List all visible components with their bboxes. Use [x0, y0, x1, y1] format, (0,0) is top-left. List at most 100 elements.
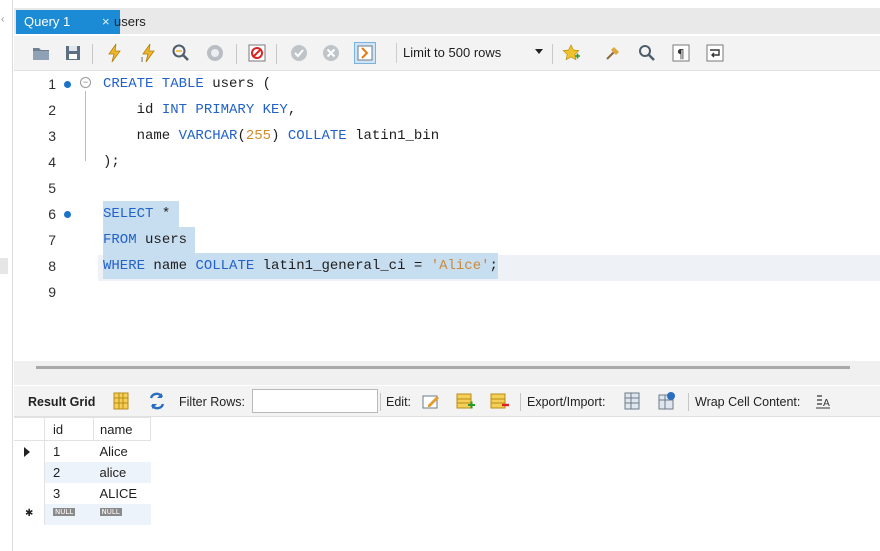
panel-splitter[interactable]	[14, 361, 880, 385]
tab-users[interactable]: users	[114, 14, 146, 29]
table-row[interactable]: 2 alice	[14, 462, 151, 483]
bookmark-star-icon[interactable]	[560, 42, 582, 64]
code-token: (	[237, 128, 246, 144]
cell-id[interactable]: 3	[45, 483, 94, 504]
beautify-icon[interactable]	[602, 42, 624, 64]
code-text: name VARCHAR(255) COLLATE latin1_bin	[103, 123, 440, 149]
code-line[interactable]: 7 FROM users	[14, 227, 880, 253]
grid-view-icon[interactable]	[110, 390, 132, 412]
column-header-id[interactable]: id	[44, 417, 94, 441]
code-token: SELECT	[103, 206, 162, 222]
find-icon[interactable]	[636, 42, 658, 64]
export-icon[interactable]	[622, 390, 644, 412]
save-icon[interactable]	[62, 42, 84, 64]
toolbar-separator	[688, 393, 689, 411]
close-tab-icon[interactable]: ×	[102, 14, 110, 29]
statement-marker-icon[interactable]	[64, 211, 71, 218]
execute-current-icon[interactable]: I	[138, 42, 160, 64]
sql-editor[interactable]: 1− CREATE TABLE users (2 id INT PRIMARY K…	[14, 71, 880, 361]
toolbar-separator	[236, 44, 237, 64]
code-token: users (	[212, 76, 272, 92]
svg-text:¶: ¶	[677, 47, 685, 61]
code-token: COLLATE	[195, 258, 263, 274]
import-icon[interactable]	[656, 390, 678, 412]
wrap-cell-content-label: Wrap Cell Content:	[695, 395, 801, 409]
code-token: );	[103, 154, 120, 170]
splitter-bar	[36, 366, 850, 369]
explain-icon[interactable]	[170, 42, 192, 64]
code-text: id INT PRIMARY KEY,	[103, 97, 297, 123]
row-header[interactable]: ✱	[14, 504, 45, 525]
collapse-chevron-icon[interactable]: ‹	[1, 14, 4, 25]
cell-id[interactable]: 2	[45, 462, 94, 483]
null-badge: NULL	[99, 508, 122, 516]
line-number: 9	[48, 284, 56, 300]
limit-rows-value: Limit to 500 rows	[403, 45, 502, 60]
table-row-new[interactable]: ✱ NULL NULL	[14, 504, 151, 525]
code-line[interactable]: 4);	[14, 149, 880, 175]
fold-toggle-icon[interactable]: −	[80, 77, 91, 88]
code-token: FROM	[103, 232, 146, 248]
export-import-label: Export/Import:	[527, 395, 606, 409]
code-token: *	[161, 206, 179, 222]
sql-editor-toolbar: I Limit to 500 rows ¶	[14, 36, 880, 71]
add-row-icon[interactable]	[454, 390, 476, 412]
left-panel-edge: ‹	[0, 0, 13, 551]
wrap-cell-icon[interactable]: A	[812, 390, 834, 412]
code-token: name	[103, 128, 179, 144]
cell-name[interactable]: Alice	[94, 441, 151, 463]
limit-rows-select[interactable]: Limit to 500 rows	[396, 43, 547, 63]
code-line[interactable]: 6 SELECT *	[14, 201, 880, 227]
filter-rows-label: Filter Rows:	[179, 395, 245, 409]
table-row[interactable]: 3 ALICE	[14, 483, 151, 504]
toolbar-separator	[276, 44, 277, 64]
refresh-icon[interactable]	[146, 390, 168, 412]
statement-marker-icon[interactable]	[64, 81, 71, 88]
code-token: name	[153, 258, 196, 274]
cell-id-null[interactable]: NULL	[45, 504, 94, 525]
cell-name[interactable]: alice	[94, 462, 151, 483]
tab-label: Query 1	[24, 14, 71, 29]
column-header-name[interactable]: name	[93, 417, 151, 441]
code-text: CREATE TABLE users (	[103, 71, 271, 97]
execute-icon[interactable]	[104, 42, 126, 64]
line-number: 8	[48, 258, 56, 274]
cell-name-null[interactable]: NULL	[94, 504, 151, 525]
filter-rows-input[interactable]	[252, 389, 378, 413]
toggle-results-icon[interactable]	[246, 42, 268, 64]
code-token: 255	[245, 128, 272, 144]
grid-header-row: id name	[14, 417, 151, 441]
row-header[interactable]	[14, 440, 45, 462]
toolbar-separator	[92, 44, 93, 64]
autocommit-icon[interactable]	[354, 42, 376, 64]
rollback-icon[interactable]	[320, 42, 342, 64]
stop-icon[interactable]	[204, 42, 226, 64]
code-line[interactable]: 1 − CREATE TABLE users (	[14, 71, 880, 97]
open-folder-icon[interactable]	[30, 42, 52, 64]
code-token: ;	[489, 258, 498, 274]
result-grid-label[interactable]: Result Grid	[28, 395, 95, 409]
code-line[interactable]: 3 name VARCHAR(255) COLLATE latin1_bin	[14, 123, 880, 149]
line-number: 4	[48, 154, 56, 170]
code-line[interactable]: 2 id INT PRIMARY KEY,	[14, 97, 880, 123]
commit-icon[interactable]	[288, 42, 310, 64]
result-grid: id name 1 Alice 2 alice 3 ALICE ✱ NULL N…	[14, 417, 156, 525]
line-number: 7	[48, 232, 56, 248]
code-token: COLLATE	[287, 128, 356, 144]
svg-text:I: I	[141, 56, 143, 63]
code-line[interactable]: 9	[14, 279, 880, 305]
row-header[interactable]	[14, 483, 45, 504]
row-header-corner	[14, 417, 45, 441]
row-header[interactable]	[14, 462, 45, 483]
code-token: users	[145, 232, 196, 248]
invisible-chars-icon[interactable]: ¶	[670, 42, 692, 64]
code-line[interactable]: 8 WHERE name COLLATE latin1_general_ci = …	[14, 253, 880, 279]
wrap-lines-icon[interactable]	[704, 42, 726, 64]
edit-row-icon[interactable]	[420, 390, 442, 412]
code-line[interactable]: 5	[14, 175, 880, 201]
delete-row-icon[interactable]	[488, 390, 510, 412]
cell-id[interactable]: 1	[45, 441, 94, 463]
table-row[interactable]: 1 Alice	[14, 440, 151, 463]
cell-name[interactable]: ALICE	[94, 483, 151, 504]
tab-query-1[interactable]: Query 1 ×	[16, 10, 120, 34]
